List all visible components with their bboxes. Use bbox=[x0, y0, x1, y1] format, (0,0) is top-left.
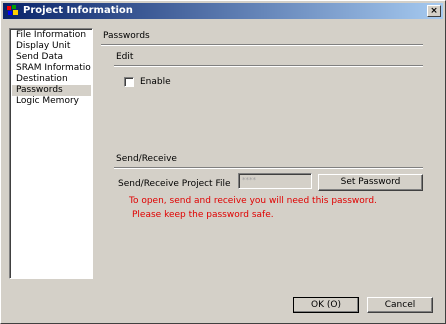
set-password-button[interactable]: Set Password bbox=[318, 174, 423, 191]
panel-title: Passwords bbox=[103, 31, 150, 41]
enable-checkbox[interactable] bbox=[124, 77, 134, 87]
send-receive-section-divider bbox=[114, 167, 423, 169]
nav-item-file-information[interactable]: File Information bbox=[12, 30, 91, 41]
category-list[interactable]: File Information Display Unit Send Data … bbox=[9, 28, 93, 279]
cancel-button[interactable]: Cancel bbox=[367, 297, 433, 313]
nav-item-send-data[interactable]: Send Data bbox=[12, 52, 91, 63]
panel-title-divider bbox=[101, 44, 423, 46]
title-bar[interactable]: Project Information × bbox=[3, 3, 443, 19]
password-warning-line1: To open, send and receive you will need … bbox=[129, 196, 377, 206]
password-field: **** bbox=[238, 173, 312, 189]
send-receive-section-label: Send/Receive bbox=[116, 154, 177, 164]
nav-item-display-unit[interactable]: Display Unit bbox=[12, 41, 91, 52]
project-information-dialog: Project Information × File Information D… bbox=[0, 0, 446, 324]
window-title: Project Information bbox=[23, 5, 133, 16]
edit-section-label: Edit bbox=[116, 52, 134, 62]
nav-item-passwords[interactable]: Passwords bbox=[12, 85, 91, 96]
ok-button[interactable]: OK (O) bbox=[293, 297, 359, 313]
nav-item-destination[interactable]: Destination bbox=[12, 74, 91, 85]
nav-item-logic-memory[interactable]: Logic Memory bbox=[12, 96, 91, 107]
nav-item-sram-information[interactable]: SRAM Information bbox=[12, 63, 91, 74]
send-receive-project-file-label: Send/Receive Project File bbox=[118, 179, 231, 189]
password-warning-line2: Please keep the password safe. bbox=[132, 210, 274, 220]
project-app-icon bbox=[7, 5, 18, 15]
edit-section-divider bbox=[114, 65, 423, 67]
close-button[interactable]: × bbox=[427, 5, 441, 17]
enable-label[interactable]: Enable bbox=[140, 77, 171, 87]
